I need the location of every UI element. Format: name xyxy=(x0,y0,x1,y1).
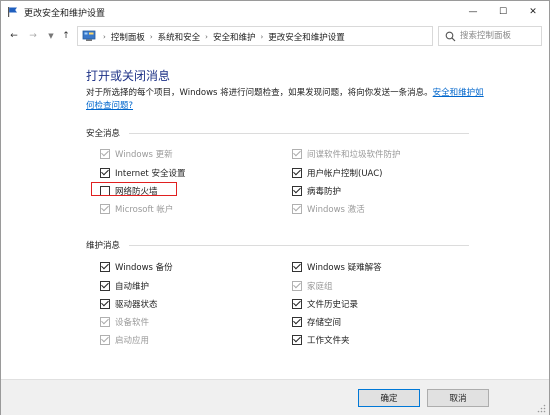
checkbox-box[interactable] xyxy=(292,204,302,214)
checkbox-box[interactable] xyxy=(100,262,110,272)
checkbox-label: 启动应用 xyxy=(115,336,150,346)
checkbox-label: 用户帐户控制(UAC) xyxy=(307,169,383,179)
checkbox-windows-activation[interactable]: Windows 激活 xyxy=(292,203,365,215)
checkbox-spyware-protection[interactable]: 间谍软件和垃圾软件防护 xyxy=(292,148,401,160)
checkbox-box[interactable] xyxy=(100,149,110,159)
recent-locations-button[interactable]: ▼ xyxy=(44,28,58,44)
checkbox-startup-apps[interactable]: 启动应用 xyxy=(100,334,149,346)
search-icon xyxy=(445,31,456,42)
ok-button[interactable]: 确定 xyxy=(358,389,420,407)
minimize-icon: — xyxy=(468,7,478,17)
checkbox-box[interactable] xyxy=(292,168,302,178)
checkbox-storage-spaces[interactable]: 存储空间 xyxy=(292,316,341,328)
checkbox-label: 存储空间 xyxy=(307,318,342,328)
checkbox-label: 病毒防护 xyxy=(307,187,342,197)
checkbox-label: Windows 疑难解答 xyxy=(307,263,382,273)
checkbox-windows-update[interactable]: Windows 更新 xyxy=(100,148,173,160)
checkbox-label: 间谍软件和垃圾软件防护 xyxy=(307,150,401,160)
security-section-divider xyxy=(129,133,469,134)
checkbox-file-history[interactable]: 文件历史记录 xyxy=(292,298,358,310)
breadcrumb-item-change-settings[interactable]: 更改安全和维护设置 xyxy=(268,31,345,43)
navigation-bar: ← → ▼ ↑ › 控制面板 › 系统和安全 › 安全和维护 › 更改安全和维护… xyxy=(1,23,549,49)
checkbox-box[interactable] xyxy=(292,281,302,291)
checkbox-box[interactable] xyxy=(100,317,110,327)
forward-arrow-icon: → xyxy=(29,31,37,41)
checkbox-box[interactable] xyxy=(292,262,302,272)
checkbox-label: 工作文件夹 xyxy=(307,336,350,346)
maintenance-section-title: 维护消息 xyxy=(86,241,121,251)
firewall-highlight-box xyxy=(91,182,177,196)
checkbox-box[interactable] xyxy=(292,186,302,196)
checkbox-microsoft-account[interactable]: Microsoft 帐户 xyxy=(100,203,173,215)
checkbox-device-software[interactable]: 设备软件 xyxy=(100,316,149,328)
dialog-footer: 确定 取消 xyxy=(1,379,549,415)
maximize-icon: ☐ xyxy=(498,7,508,17)
minimize-button[interactable]: — xyxy=(458,1,488,23)
chevron-right-icon[interactable]: › xyxy=(150,33,153,41)
page-description: 对于所选择的每个项目，Windows 将进行问题检查，如果发现问题，将向你发送一… xyxy=(86,87,486,113)
checkbox-label: Windows 更新 xyxy=(115,150,173,160)
chevron-right-icon[interactable]: › xyxy=(205,33,208,41)
close-button[interactable]: ✕ xyxy=(518,1,548,23)
title-bar: 更改安全和维护设置 — ☐ ✕ xyxy=(1,1,549,23)
breadcrumb-item-control-panel[interactable]: 控制面板 xyxy=(111,31,145,43)
back-arrow-icon: ← xyxy=(10,31,18,41)
checkbox-windows-backup[interactable]: Windows 备份 xyxy=(100,261,173,273)
search-box[interactable] xyxy=(438,26,542,46)
checkbox-auto-maintenance[interactable]: 自动维护 xyxy=(100,280,149,292)
control-panel-icon xyxy=(82,30,96,41)
security-section-title: 安全消息 xyxy=(86,129,121,139)
up-button[interactable]: ↑ xyxy=(59,28,73,44)
checkbox-work-folders[interactable]: 工作文件夹 xyxy=(292,334,350,346)
resize-grip-icon[interactable] xyxy=(537,404,546,413)
description-text: 对于所选择的每个项目，Windows 将进行问题检查，如果发现问题，将向你发送一… xyxy=(86,88,433,98)
cancel-button[interactable]: 取消 xyxy=(427,389,489,407)
maintenance-section-divider xyxy=(129,245,469,246)
breadcrumb-item-system-security[interactable]: 系统和安全 xyxy=(158,31,201,43)
checkbox-box[interactable] xyxy=(100,204,110,214)
checkbox-internet-security[interactable]: Internet 安全设置 xyxy=(100,167,185,179)
checkbox-box[interactable] xyxy=(100,299,110,309)
checkbox-label: Windows 激活 xyxy=(307,205,365,215)
checkbox-box[interactable] xyxy=(100,335,110,345)
checkbox-box[interactable] xyxy=(292,299,302,309)
main-content: 打开或关闭消息 对于所选择的每个项目，Windows 将进行问题检查，如果发现问… xyxy=(1,49,549,379)
checkbox-label: Windows 备份 xyxy=(115,263,173,273)
breadcrumb-item-security-maintenance[interactable]: 安全和维护 xyxy=(213,31,256,43)
checkbox-windows-troubleshooting[interactable]: Windows 疑难解答 xyxy=(292,261,382,273)
checkbox-box[interactable] xyxy=(292,149,302,159)
window-title: 更改安全和维护设置 xyxy=(24,9,106,19)
address-bar[interactable]: › 控制面板 › 系统和安全 › 安全和维护 › 更改安全和维护设置 ▼ xyxy=(77,26,502,46)
checkbox-label: 自动维护 xyxy=(115,282,150,292)
chevron-down-icon: ▼ xyxy=(48,32,54,40)
maximize-button[interactable]: ☐ xyxy=(488,1,518,23)
checkbox-uac[interactable]: 用户帐户控制(UAC) xyxy=(292,167,382,179)
settings-window: 更改安全和维护设置 — ☐ ✕ ← → ▼ ↑ › 控制面板 › 系统和安全 ›… xyxy=(0,0,550,415)
checkbox-label: Internet 安全设置 xyxy=(115,169,186,179)
security-flag-icon xyxy=(8,7,17,17)
checkbox-virus-protection[interactable]: 病毒防护 xyxy=(292,185,341,197)
checkbox-label: 驱动器状态 xyxy=(115,300,158,310)
forward-button[interactable]: → xyxy=(26,28,40,44)
checkbox-label: 文件历史记录 xyxy=(307,300,359,310)
chevron-right-icon: › xyxy=(103,33,106,41)
up-arrow-icon: ↑ xyxy=(62,31,70,41)
checkbox-label: 家庭组 xyxy=(307,282,333,292)
checkbox-label: Microsoft 帐户 xyxy=(115,205,174,215)
back-button[interactable]: ← xyxy=(7,28,21,44)
search-input[interactable] xyxy=(460,29,540,43)
chevron-right-icon[interactable]: › xyxy=(260,33,263,41)
checkbox-box[interactable] xyxy=(292,335,302,345)
breadcrumb: › 控制面板 › 系统和安全 › 安全和维护 › 更改安全和维护设置 xyxy=(98,31,345,43)
checkbox-box[interactable] xyxy=(292,317,302,327)
checkbox-box[interactable] xyxy=(100,168,110,178)
close-icon: ✕ xyxy=(529,7,537,17)
checkbox-homegroup[interactable]: 家庭组 xyxy=(292,280,333,292)
page-title: 打开或关闭消息 xyxy=(86,69,171,83)
checkbox-drive-status[interactable]: 驱动器状态 xyxy=(100,298,158,310)
checkbox-label: 设备软件 xyxy=(115,318,150,328)
checkbox-box[interactable] xyxy=(100,281,110,291)
